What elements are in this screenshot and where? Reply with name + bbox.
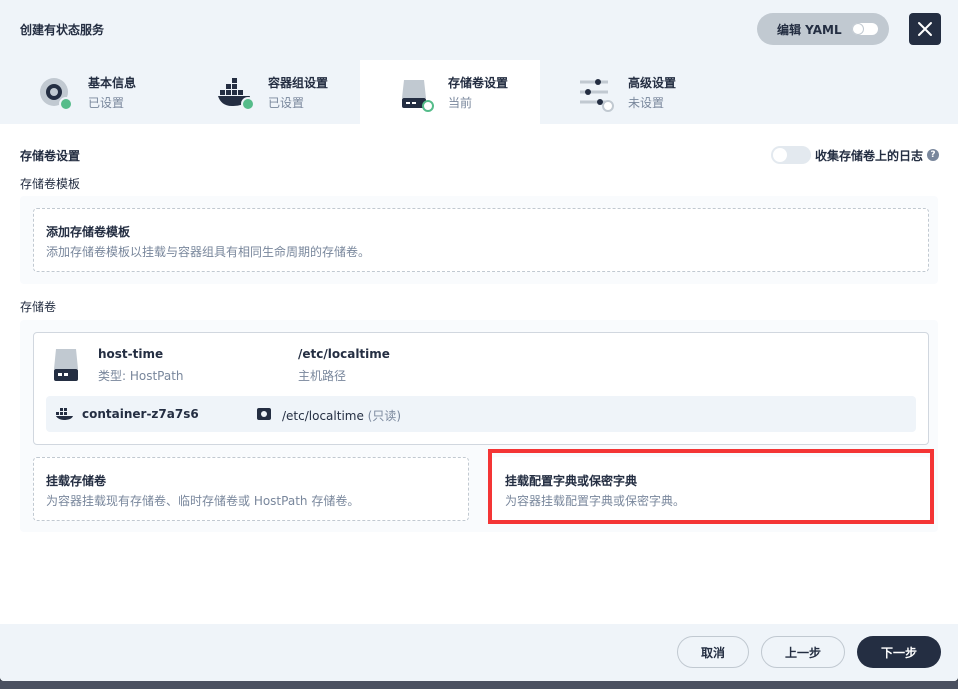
volumes-section-title: 存储卷 (20, 300, 57, 314)
disc-icon (40, 78, 73, 111)
sliders-icon (580, 79, 614, 112)
mount-volume-title: 挂载存储卷 (46, 474, 107, 488)
storage-icon (402, 80, 434, 112)
tab-label: 存储卷设置 (448, 76, 509, 90)
tab-status: 已设置 (268, 96, 305, 110)
volume-type: 类型: HostPath (98, 369, 184, 383)
mount-volume-desc: 为容器挂载现有存储卷、临时存储卷或 HostPath 存储卷。 (46, 494, 360, 508)
docker-icon (218, 78, 254, 111)
tab-status: 未设置 (628, 96, 665, 110)
edit-yaml-toggle[interactable]: 编辑 YAML (757, 13, 889, 45)
storage-icon (54, 349, 78, 381)
switch-toggle[interactable] (771, 146, 811, 164)
tab-storage-settings[interactable]: 存储卷设置 当前 (360, 60, 540, 124)
mount-path-value: /etc/localtime (282, 409, 364, 423)
mount-volume-card[interactable]: 挂载存储卷 为容器挂载现有存储卷、临时存储卷或 HostPath 存储卷。 (33, 457, 469, 521)
container-mount-path: /etc/localtime (只读) (282, 407, 401, 424)
template-section-title: 存储卷模板 (20, 177, 81, 191)
volume-host-path: /etc/localtime (298, 347, 390, 361)
close-button[interactable] (909, 13, 941, 45)
modal-title: 创建有状态服务 (20, 23, 105, 37)
tab-basic-info[interactable]: 基本信息 已设置 (0, 60, 180, 124)
container-name: container-z7a7s6 (82, 407, 199, 421)
cancel-button[interactable]: 取消 (677, 636, 749, 668)
template-panel: 添加存储卷模板 添加存储卷模板以挂载与容器组具有相同生命周期的存储卷。 (20, 196, 938, 284)
tab-label: 高级设置 (628, 76, 677, 90)
collect-logs-switch[interactable]: 收集存储卷上的日志 ? (771, 146, 940, 164)
close-icon (918, 22, 932, 36)
container-mount-row: container-z7a7s6 /etc/localtime (只读) (46, 396, 916, 432)
next-button[interactable]: 下一步 (857, 636, 941, 668)
volume-name: host-time (98, 347, 164, 361)
background-bar (0, 681, 958, 689)
previous-button[interactable]: 上一步 (761, 636, 845, 668)
add-template-card[interactable]: 添加存储卷模板 添加存储卷模板以挂载与容器组具有相同生命周期的存储卷。 (33, 208, 929, 272)
volume-host-path-label: 主机路径 (298, 369, 347, 383)
step-tabs: 基本信息 已设置 容器组设置 已设置 存储卷设置 当前 高级设置 未设置 (0, 60, 958, 124)
storage-settings-content: 存储卷设置 收集存储卷上的日志 ? 存储卷模板 添加存储卷模板 添加存储卷模板以… (0, 124, 958, 624)
tab-label: 基本信息 (88, 76, 137, 90)
modal-footer: 取消 上一步 下一步 (0, 624, 958, 681)
volume-card[interactable]: host-time 类型: HostPath /etc/localtime 主机… (33, 332, 929, 445)
add-template-title: 添加存储卷模板 (46, 225, 131, 239)
create-statefulset-modal: 创建有状态服务 编辑 YAML 基本信息 已设置 容器组设置 已设置 存储卷设置… (0, 0, 958, 681)
tab-container-settings[interactable]: 容器组设置 已设置 (180, 60, 360, 124)
collect-logs-label: 收集存储卷上的日志 (815, 148, 924, 163)
mount-mode: (只读) (367, 409, 402, 423)
edit-yaml-label: 编辑 YAML (777, 22, 842, 37)
add-template-desc: 添加存储卷模板以挂载与容器组具有相同生命周期的存储卷。 (46, 245, 371, 259)
modal-header: 创建有状态服务 编辑 YAML (0, 0, 958, 60)
highlight-box (488, 449, 934, 524)
tab-label: 容器组设置 (268, 76, 329, 90)
tab-status: 当前 (448, 96, 473, 110)
toggle-switch-icon (851, 23, 878, 35)
section-title: 存储卷设置 (20, 149, 81, 163)
help-icon[interactable]: ? (927, 149, 940, 161)
tab-status: 已设置 (88, 96, 125, 110)
tab-advanced-settings[interactable]: 高级设置 未设置 (540, 60, 720, 124)
mount-icon (257, 408, 271, 420)
docker-icon (56, 408, 73, 420)
